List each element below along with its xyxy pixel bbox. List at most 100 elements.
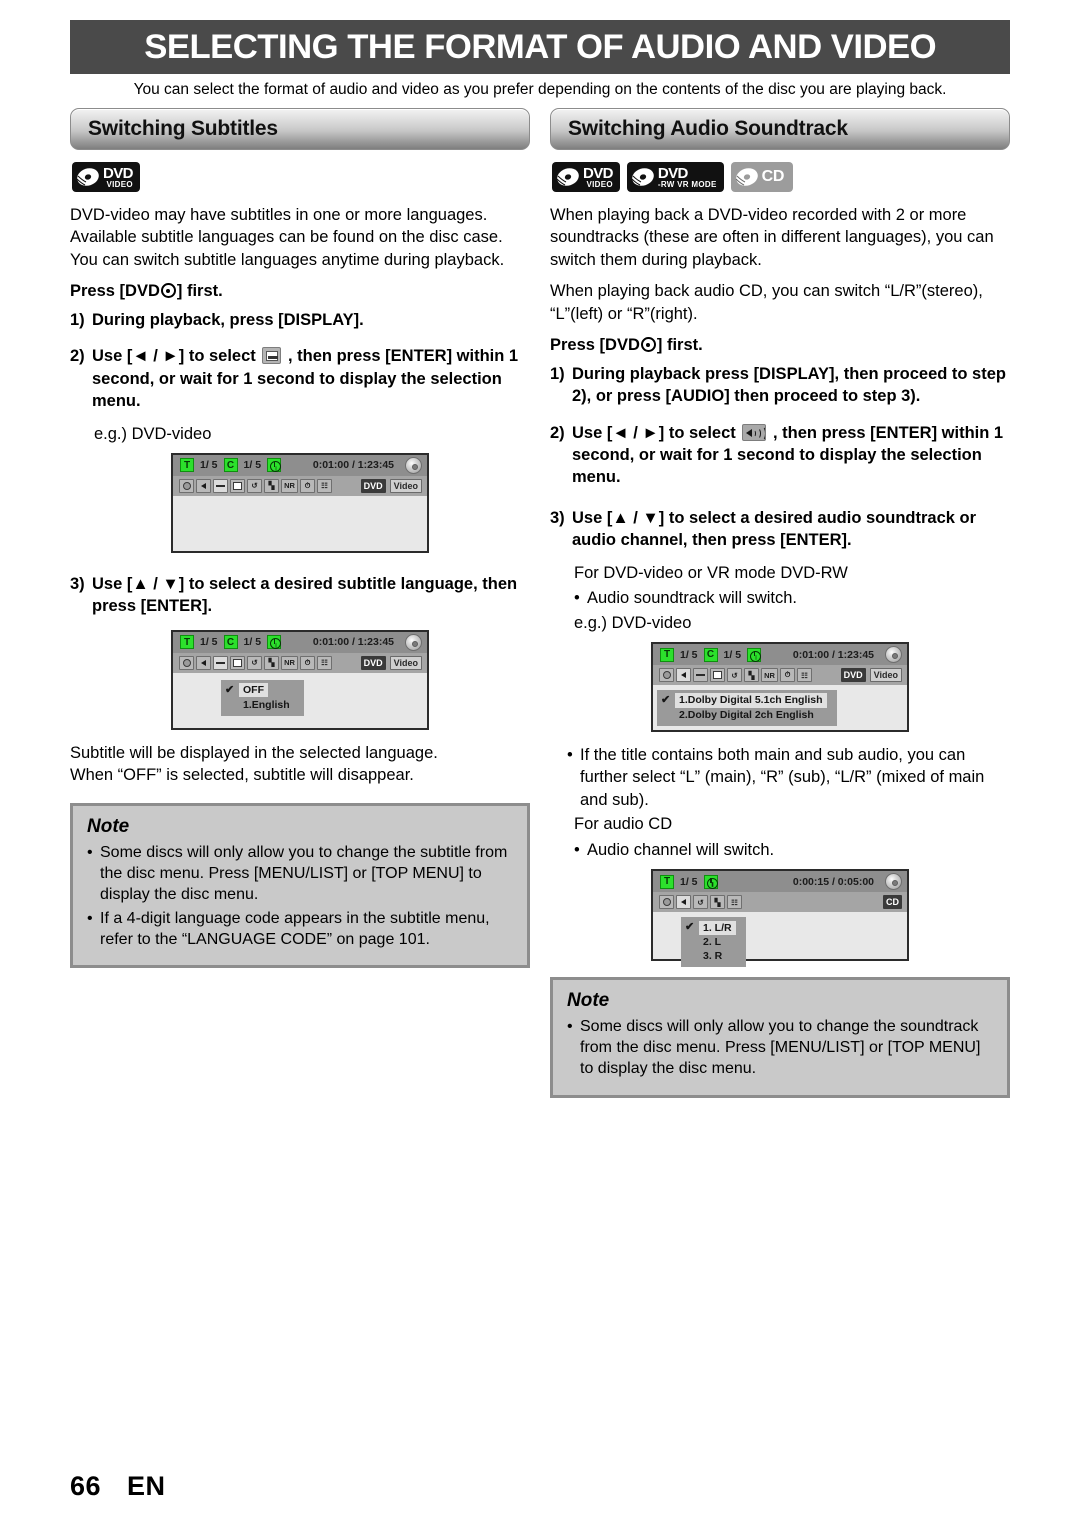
dvd-video-badge: DVD VIDEO [72, 162, 140, 192]
marker-icon: ☷ [797, 668, 812, 682]
disc-icon [76, 168, 99, 186]
clock-icon [267, 458, 282, 473]
menu-item[interactable]: 1.English [225, 698, 294, 712]
title-indicator-icon: T [180, 635, 194, 650]
menu-item[interactable]: 2. L [685, 935, 736, 949]
osd-format-tags: DVD Video [360, 478, 422, 493]
title-indicator-icon: T [660, 874, 674, 889]
intro-paragraph: You can select the format of audio and v… [133, 81, 947, 98]
search-icon [659, 668, 674, 682]
badge-sub-label: VIDEO [586, 179, 613, 189]
section-title-right: Switching Audio Soundtrack [568, 117, 848, 140]
press-dvd-pre: Press [DVD [550, 336, 640, 355]
note-bullet-text: If a 4-digit language code appears in th… [100, 910, 490, 949]
audio-soundtrack-menu[interactable]: ✔ 1.Dolby Digital 5.1ch English 2.Dolby … [657, 690, 837, 727]
note-title: Note [87, 815, 130, 837]
clock-icon [267, 635, 282, 650]
bullet-dot-icon: • [87, 843, 93, 861]
dvd-rw-vr-mode-badge: DVD -RW VR MODE [626, 162, 724, 192]
right-paragraph-2: When playing back audio CD, you can swit… [550, 282, 983, 323]
disc-spin-icon [405, 633, 422, 651]
step-number: 3) [70, 574, 85, 593]
time-counter: 0:01:00 / 1:23:45 [312, 636, 394, 649]
right-for-cd-label: For audio CD [574, 815, 673, 834]
repeat-icon: ↺ [727, 668, 742, 682]
dvd-button-icon [640, 337, 656, 353]
menu-item[interactable]: ✔ OFF [225, 683, 294, 698]
note-bullet-text: Some discs will only allow you to change… [580, 1018, 981, 1078]
title-counter: 1/ 5 [680, 875, 698, 888]
osd-tag-disc-type: DVD [840, 668, 866, 682]
osd-tag-disc-type: DVD [360, 478, 386, 493]
badge-main-label: DVD [657, 164, 688, 182]
osd-status-row-primary: T 1/ 5 C 1/ 5 0:01:00 / 1:23:45 [173, 631, 427, 653]
osd-status-row-icons: ↺ ▚ ☷ CD [653, 892, 907, 913]
bullet-dot-icon: • [87, 910, 93, 928]
section-header-switching-subtitles: Switching Subtitles [70, 108, 530, 150]
noise-reduction-icon: NR [281, 655, 298, 670]
digest-icon: ▚ [710, 895, 725, 910]
chapter-counter: 1/ 5 [723, 648, 742, 661]
audio-channel-menu[interactable]: ✔ 1. L/R 2. L 3. R [681, 917, 746, 968]
step-text: Use [◄ / ►] to select , then press [ENTE… [92, 345, 530, 412]
osd-status-row-icons: ↺ ▚ NR ⏱ ☷ DVD Video [173, 652, 427, 673]
step-number: 2) [70, 347, 85, 366]
step-number: 2) [550, 423, 565, 442]
noise-reduction-icon: NR [761, 668, 778, 682]
right-paragraph-1: When playing back a DVD-video recorded w… [550, 206, 994, 269]
subtitle-icon [213, 655, 228, 670]
osd-tag-disc-type: DVD [360, 655, 386, 670]
osd-format-tags: CD [883, 895, 902, 910]
subtitle-icon [693, 668, 708, 682]
step-text: Use [◄ / ►] to select , then press [ENTE… [572, 422, 1010, 489]
right-step-1: 1) During playback press [DISPLAY], then… [550, 363, 1010, 408]
bullet-dot-icon: • [567, 1018, 573, 1036]
subtitle-language-menu[interactable]: ✔ OFF 1.English [221, 679, 304, 716]
check-icon: ✔ [661, 694, 671, 706]
audio-icon [196, 655, 211, 670]
press-dvd-post: ] first. [656, 336, 703, 355]
marker-icon: ☷ [317, 478, 332, 493]
osd-status-row-primary: T 1/ 5 C 1/ 5 0:01:00 / 1:23:45 [653, 644, 907, 665]
osd-dvd-status-screen: T 1/ 5 C 1/ 5 0:01:00 / 1:23:45 ↺ ▚ NR ⏱… [171, 452, 429, 553]
bullet-dot-icon: • [574, 589, 580, 608]
menu-item-label: OFF [239, 683, 268, 698]
menu-item[interactable]: 3. R [685, 949, 736, 963]
check-icon: ✔ [685, 921, 695, 934]
badge-sub-label: VIDEO [106, 179, 133, 189]
right-step-3: 3) Use [▲ / ▼] to select a desired audio… [550, 507, 1010, 552]
step-number: 3) [550, 508, 565, 527]
audio-icon [676, 895, 691, 910]
disc-icon [735, 168, 758, 186]
note-bullet: • If a 4-digit language code appears in … [87, 908, 513, 950]
disc-spin-icon [885, 873, 902, 891]
repeat-icon: ↺ [693, 895, 708, 910]
section-header-switching-audio-soundtrack: Switching Audio Soundtrack [550, 108, 1010, 150]
page-number: 66 [70, 1471, 102, 1501]
title-indicator-icon: T [660, 647, 674, 662]
menu-item[interactable]: ✔ 1. L/R [685, 920, 736, 935]
menu-item[interactable]: 2.Dolby Digital 2ch English [661, 708, 827, 722]
audio-icon [742, 423, 767, 441]
title-indicator-icon: T [180, 458, 194, 473]
osd-format-tags: DVD Video [360, 655, 422, 670]
disc-icon [556, 168, 579, 186]
disc-spin-icon [885, 646, 902, 663]
menu-item[interactable]: ✔ 1.Dolby Digital 5.1ch English [661, 693, 827, 708]
osd-audio-menu-screen: T 1/ 5 C 1/ 5 0:01:00 / 1:23:45 ↺ ▚ NR ⏱… [651, 642, 909, 732]
bullet-text: If the title contains both main and sub … [580, 746, 985, 809]
repeat-icon: ↺ [247, 478, 262, 493]
digest-icon: ▚ [744, 668, 759, 682]
right-for-dvd-label: For DVD-video or VR mode DVD-RW [574, 563, 848, 582]
osd-status-row-primary: T 1/ 5 C 1/ 5 0:01:00 / 1:23:45 [173, 454, 427, 476]
subtitle-icon [213, 478, 228, 493]
step-text: Use [▲ / ▼] to select a desired audio so… [572, 508, 977, 550]
time-counter: 0:01:00 / 1:23:45 [792, 648, 874, 661]
menu-item-label: 3. R [703, 950, 723, 963]
badge-sub-label: -RW VR MODE [657, 179, 717, 189]
digest-icon: ▚ [264, 655, 279, 670]
left-column: Switching Subtitles DVD VIDEO DVD-video … [70, 108, 530, 969]
osd-status-row-primary: T 1/ 5 0:00:15 / 0:05:00 [653, 871, 907, 893]
right-column: Switching Audio Soundtrack DVD VIDEO DVD… [550, 108, 1010, 1098]
page-title-banner: SELECTING THE FORMAT OF AUDIO AND VIDEO [70, 20, 1010, 74]
